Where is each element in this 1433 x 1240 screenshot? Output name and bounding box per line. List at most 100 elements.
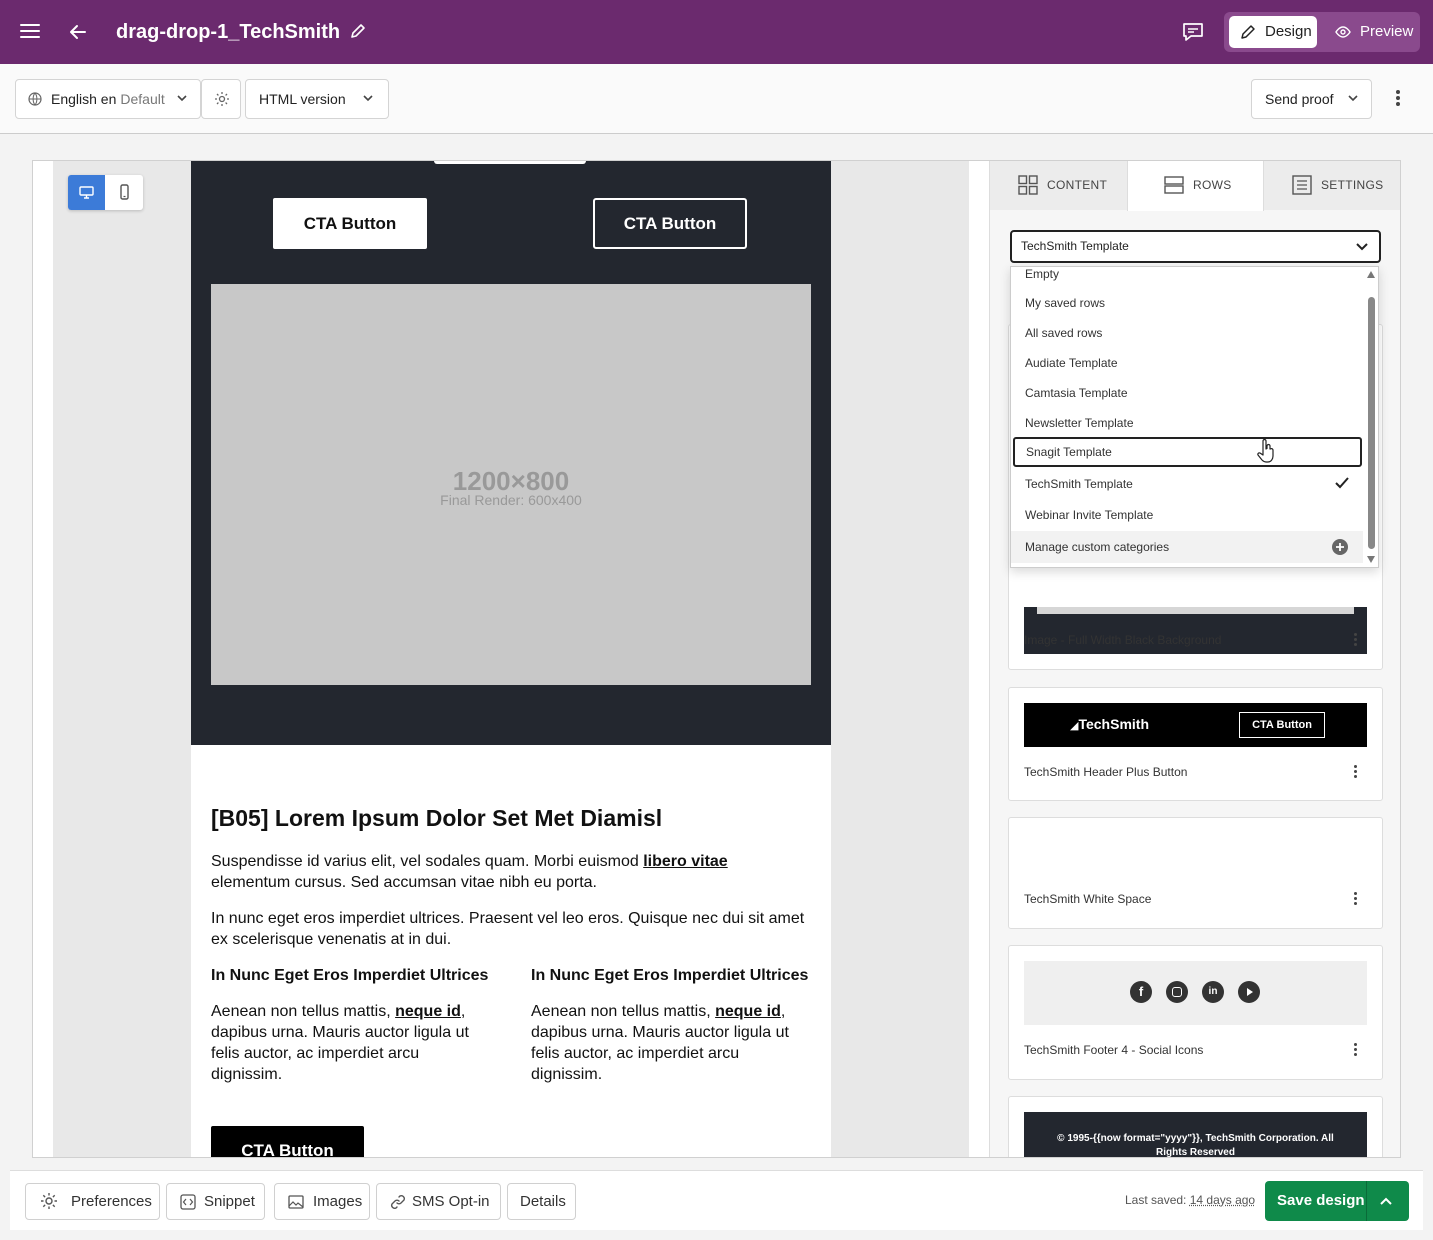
row-card-header-plus-button[interactable]: ◢TechSmith CTA Button TechSmith Header P… xyxy=(1008,687,1383,801)
chevron-up-icon[interactable] xyxy=(1379,1181,1393,1237)
back-arrow-icon[interactable] xyxy=(66,18,90,46)
dark-hero-section[interactable]: CTA Button CTA Button 1200×800 Final Ren… xyxy=(191,161,831,745)
row-card-copyright[interactable]: © 1995-{{now format="yyyy"}}, TechSmith … xyxy=(1008,1096,1383,1157)
row-card-label: TechSmith Header Plus Button xyxy=(1024,765,1188,779)
chevron-down-icon xyxy=(363,95,373,102)
language-settings-button[interactable] xyxy=(201,79,241,119)
row-options-icon[interactable] xyxy=(1348,1041,1362,1061)
chevron-down-icon xyxy=(1348,95,1358,102)
tab-content-label: CONTENT xyxy=(1047,178,1108,192)
row-thumbnail: ◢TechSmith CTA Button xyxy=(1024,703,1367,747)
link-icon xyxy=(391,1195,405,1209)
pencil-icon[interactable] xyxy=(349,22,367,40)
images-button[interactable]: Images xyxy=(274,1183,370,1220)
column-heading: In Nunc Eget Eros Imperdiet Ultrices xyxy=(531,967,809,984)
hamburger-menu-icon[interactable] xyxy=(18,20,42,44)
snippet-button[interactable]: Snippet xyxy=(166,1183,265,1220)
sms-optin-button[interactable]: SMS Opt-in xyxy=(376,1183,501,1220)
send-proof-button[interactable]: Send proof xyxy=(1251,79,1372,119)
checkmark-icon xyxy=(1335,477,1349,489)
save-design-label: Save design xyxy=(1277,1192,1365,1209)
globe-icon xyxy=(28,92,42,106)
row-options-icon[interactable] xyxy=(1348,763,1362,783)
neque-id-link[interactable]: neque id xyxy=(395,1003,461,1020)
tab-settings-label: SETTINGS xyxy=(1321,178,1384,192)
bottom-bar: Preferences Snippet Images SMS Opt-in De… xyxy=(10,1170,1423,1230)
details-button[interactable]: Details xyxy=(507,1183,576,1220)
tab-rows-label: ROWS xyxy=(1193,178,1232,192)
pencil-icon xyxy=(1241,25,1255,39)
snippet-label: Snippet xyxy=(204,1193,255,1210)
preferences-button[interactable]: Preferences xyxy=(25,1183,160,1220)
placeholder-render-text: Final Render: 600x400 xyxy=(440,492,582,508)
category-option-label: TechSmith Template xyxy=(1025,477,1133,491)
details-label: Details xyxy=(520,1193,566,1210)
tab-settings[interactable]: SETTINGS xyxy=(1264,161,1400,210)
version-select[interactable]: HTML version xyxy=(245,79,389,119)
top-bar: drag-drop-1_TechSmith Design Preview xyxy=(0,0,1433,64)
preview-mode-button[interactable]: Preview xyxy=(1324,16,1416,48)
scroll-up-arrow-icon[interactable] xyxy=(1367,271,1375,278)
row-options-icon[interactable] xyxy=(1348,631,1362,651)
column-heading: In Nunc Eget Eros Imperdiet Ultrices xyxy=(211,967,489,984)
category-option[interactable]: Audiate Template xyxy=(1011,348,1363,378)
manage-categories-label: Manage custom categories xyxy=(1025,540,1170,554)
row-thumbnail: f in xyxy=(1024,961,1367,1025)
category-option[interactable]: Newsletter Template xyxy=(1011,408,1363,438)
design-mode-button[interactable]: Design xyxy=(1229,16,1317,48)
language-default-label: Default xyxy=(120,91,165,107)
more-options-icon[interactable] xyxy=(1388,88,1408,110)
thumbnail-cta: CTA Button xyxy=(1239,712,1325,738)
row-options-icon[interactable] xyxy=(1348,890,1362,910)
language-label: English en xyxy=(51,91,117,107)
cta-button-black[interactable]: CTA Button xyxy=(211,1126,364,1157)
rows-icon xyxy=(1164,176,1184,194)
desktop-view-button[interactable] xyxy=(68,175,105,210)
hand-cursor-icon xyxy=(1257,438,1274,463)
save-design-button[interactable]: Save design xyxy=(1265,1181,1409,1221)
cta-button-outline[interactable]: CTA Button xyxy=(593,198,747,249)
category-option-hovered[interactable]: Snagit Template xyxy=(1013,437,1362,467)
row-category-dropdown: Empty My saved rows All saved rows Audia… xyxy=(1010,266,1379,568)
grid-icon xyxy=(1018,175,1038,195)
send-proof-label: Send proof xyxy=(1265,91,1334,107)
text-content-block[interactable]: [B05] Lorem Ipsum Dolor Set Met Diamisl … xyxy=(211,803,811,1105)
language-select[interactable]: English en Default xyxy=(15,79,201,119)
scroll-down-arrow-icon[interactable] xyxy=(1367,556,1375,563)
last-saved-status: Last saved: 14 days ago xyxy=(1125,1193,1256,1207)
category-option[interactable]: Empty xyxy=(1011,267,1363,289)
row-category-select[interactable]: TechSmith Template xyxy=(1010,230,1381,263)
cta-button-white[interactable]: CTA Button xyxy=(273,198,427,249)
category-option[interactable]: Webinar Invite Template xyxy=(1011,500,1363,530)
preferences-label: Preferences xyxy=(71,1193,152,1210)
chevron-down-icon xyxy=(1356,243,1368,251)
preview-label: Preview xyxy=(1360,23,1414,40)
design-preview-toggle: Design Preview xyxy=(1224,12,1420,52)
content-paragraph-1: Suspendisse id varius elit, vel sodales … xyxy=(211,853,728,891)
settings-icon xyxy=(1292,175,1312,195)
mobile-view-button[interactable] xyxy=(106,175,143,210)
gear-icon xyxy=(215,92,229,106)
image-placeholder[interactable]: 1200×800 Final Render: 600x400 xyxy=(211,284,811,685)
email-canvas: CTA Button CTA Button 1200×800 Final Ren… xyxy=(53,161,969,1157)
libero-vitae-link[interactable]: libero vitae xyxy=(643,853,727,870)
comments-icon[interactable] xyxy=(1181,20,1205,44)
facebook-icon: f xyxy=(1130,981,1152,1003)
dropdown-scrollbar[interactable] xyxy=(1368,297,1375,549)
sms-optin-label: SMS Opt-in xyxy=(412,1193,490,1210)
row-card-footer-social-icons[interactable]: f in TechSmith Footer 4 - Social Icons xyxy=(1008,945,1383,1080)
manage-categories-option[interactable]: Manage custom categories xyxy=(1011,531,1363,563)
category-option-selected[interactable]: TechSmith Template xyxy=(1011,469,1363,499)
tab-rows[interactable]: ROWS xyxy=(1127,161,1264,211)
instagram-icon xyxy=(1166,981,1188,1003)
column-paragraph: Aenean non tellus mattis, neque id, dapi… xyxy=(211,1003,469,1083)
category-option[interactable]: Camtasia Template xyxy=(1011,378,1363,408)
two-column-block: In Nunc Eget Eros Imperdiet Ultrices Aen… xyxy=(211,965,811,1105)
row-card-white-space[interactable]: TechSmith White Space xyxy=(1008,817,1383,929)
last-saved-time[interactable]: 14 days ago xyxy=(1190,1193,1255,1207)
neque-id-link[interactable]: neque id xyxy=(715,1003,781,1020)
category-option[interactable]: My saved rows xyxy=(1011,288,1363,318)
category-option[interactable]: All saved rows xyxy=(1011,318,1363,348)
tab-content[interactable]: CONTENT xyxy=(990,161,1127,210)
row-handle[interactable] xyxy=(434,161,586,164)
